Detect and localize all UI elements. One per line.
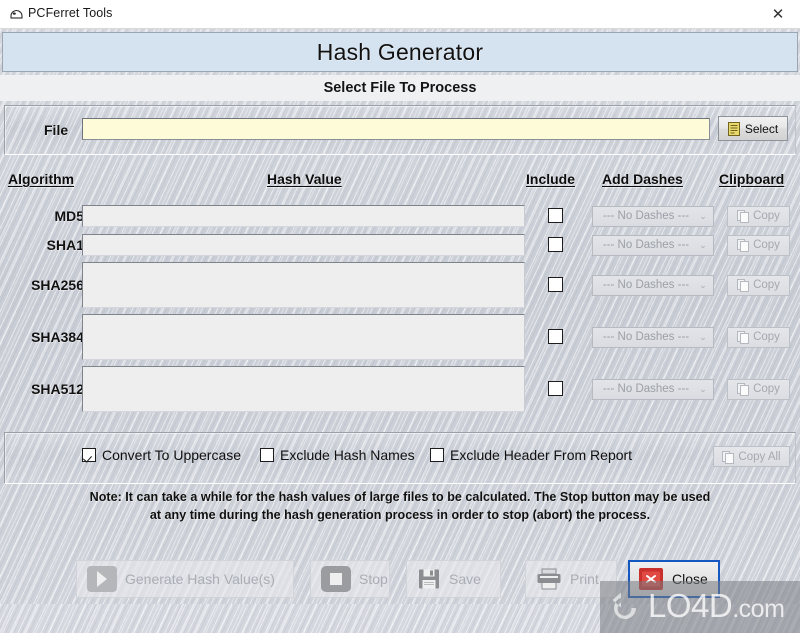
copy-button-sha384[interactable]: Copy [727,327,790,348]
hash-row: SHA512 --- No Dashes ---⌄ Copy [0,366,800,412]
include-checkbox-sha256[interactable] [548,277,563,292]
include-checkbox-sha384[interactable] [548,329,563,344]
stop-label: Stop [359,571,388,587]
hash-value-input-sha256[interactable] [82,262,525,308]
option-exclude-header[interactable]: Exclude Header From Report [430,447,632,463]
copy-label: Copy [753,383,780,395]
printer-icon [536,568,562,590]
algorithm-label-sha384: SHA384 [31,329,84,345]
algorithm-label-md5: MD5 [54,208,84,224]
hash-value-input-md5[interactable] [82,205,525,227]
clipboard-icon [737,209,749,223]
copy-button-sha512[interactable]: Copy [727,379,790,400]
print-label: Print [570,571,599,587]
option-exclude-hash-names[interactable]: Exclude Hash Names [260,447,415,463]
hash-row: SHA256 --- No Dashes ---⌄ Copy [0,262,800,308]
clipboard-icon [722,450,734,464]
checkbox-exclude-header[interactable] [430,448,444,462]
note-text: Note: It can take a while for the hash v… [0,488,800,524]
column-header-clipboard: Clipboard [719,171,784,187]
select-file-button[interactable]: Select [718,116,788,141]
hash-value-input-sha512[interactable] [82,366,525,412]
add-dashes-value: --- No Dashes --- [593,383,693,395]
page-subtitle: Select File To Process [0,75,800,101]
stop-icon [321,566,351,592]
clipboard-icon [737,278,749,292]
app-icon [9,7,24,22]
clipboard-icon [737,382,749,396]
generate-hash-values-button[interactable]: Generate Hash Value(s) [76,560,294,598]
document-icon [728,122,740,136]
clipboard-icon [737,238,749,252]
copy-all-label: Copy All [738,451,780,463]
copy-button-md5[interactable]: Copy [727,206,790,227]
checkbox-exclude-hash-names[interactable] [260,448,274,462]
print-button[interactable]: Print [525,560,617,598]
option-convert-uppercase-label: Convert To Uppercase [102,447,241,463]
page-banner: Hash Generator [2,32,798,72]
copy-label: Copy [753,331,780,343]
floppy-disk-icon [417,567,441,591]
chevron-down-icon: ⌄ [693,211,713,222]
add-dashes-select-sha256[interactable]: --- No Dashes ---⌄ [592,275,714,296]
chevron-down-icon: ⌄ [693,332,713,343]
algorithm-label-sha512: SHA512 [31,381,84,397]
add-dashes-select-sha384[interactable]: --- No Dashes ---⌄ [592,327,714,348]
hash-row: MD5 --- No Dashes ---⌄ Copy [0,205,800,227]
include-checkbox-md5[interactable] [548,208,563,223]
stop-button[interactable]: Stop [310,560,390,598]
window-client: Hash Generator Select File To Process Fi… [0,29,800,604]
file-path-input[interactable] [82,118,710,140]
column-header-hash-value: Hash Value [267,171,342,187]
hash-value-input-sha384[interactable] [82,314,525,360]
option-exclude-header-label: Exclude Header From Report [450,447,632,463]
copy-label: Copy [753,210,780,222]
close-x-icon [638,567,664,591]
play-icon [87,566,117,592]
hash-row: SHA1 --- No Dashes ---⌄ Copy [0,234,800,256]
watermark-suffix: .com [732,595,784,623]
add-dashes-select-md5[interactable]: --- No Dashes ---⌄ [592,206,714,227]
save-button[interactable]: Save [406,560,501,598]
note-line-1: Note: It can take a while for the hash v… [90,490,711,504]
window-title: PCFerret Tools [28,6,113,20]
save-label: Save [449,571,481,587]
copy-label: Copy [753,239,780,251]
window-close-icon[interactable]: ✕ [756,0,800,28]
algorithm-label-sha256: SHA256 [31,277,84,293]
file-label: File [44,122,68,138]
copy-button-sha1[interactable]: Copy [727,235,790,256]
note-line-2: at any time during the hash generation p… [0,506,800,524]
checkbox-convert-uppercase[interactable] [82,448,96,462]
include-checkbox-sha512[interactable] [548,381,563,396]
hash-row: SHA384 --- No Dashes ---⌄ Copy [0,314,800,360]
chevron-down-icon: ⌄ [693,280,713,291]
select-file-label: Select [745,122,778,136]
option-exclude-hash-names-label: Exclude Hash Names [280,447,415,463]
add-dashes-value: --- No Dashes --- [593,279,693,291]
copy-button-sha256[interactable]: Copy [727,275,790,296]
column-header-include: Include [526,171,575,187]
clipboard-icon [737,330,749,344]
copy-label: Copy [753,279,780,291]
algorithm-label-sha1: SHA1 [47,237,84,253]
hash-value-input-sha1[interactable] [82,234,525,256]
column-header-algorithm: Algorithm [8,171,74,187]
copy-all-button[interactable]: Copy All [713,446,790,467]
chevron-down-icon: ⌄ [693,384,713,395]
include-checkbox-sha1[interactable] [548,237,563,252]
add-dashes-value: --- No Dashes --- [593,210,693,222]
add-dashes-select-sha1[interactable]: --- No Dashes ---⌄ [592,235,714,256]
close-label: Close [672,571,708,587]
add-dashes-value: --- No Dashes --- [593,239,693,251]
column-header-add-dashes: Add Dashes [602,171,683,187]
close-button[interactable]: Close [628,560,720,598]
chevron-down-icon: ⌄ [693,240,713,251]
generate-hash-values-label: Generate Hash Value(s) [125,571,275,587]
add-dashes-select-sha512[interactable]: --- No Dashes ---⌄ [592,379,714,400]
option-convert-uppercase[interactable]: Convert To Uppercase [82,447,241,463]
page-title: Hash Generator [317,39,483,66]
add-dashes-value: --- No Dashes --- [593,331,693,343]
title-bar: PCFerret Tools ✕ [0,0,800,29]
